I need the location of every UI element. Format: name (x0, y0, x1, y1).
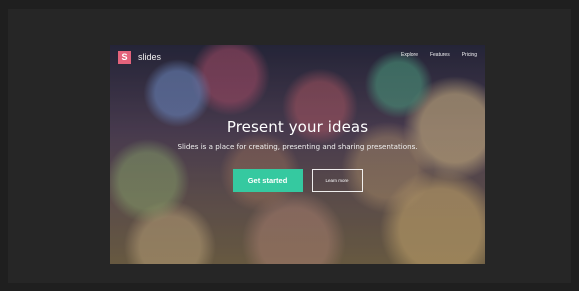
nav-explore-link[interactable]: Explore (401, 52, 418, 58)
hero-section: S slides Explore Features Pricing Presen… (110, 45, 485, 264)
learn-more-button[interactable]: Learn more (311, 169, 363, 192)
nav-features-link[interactable]: Features (430, 52, 450, 58)
primary-nav: Explore Features Pricing (401, 52, 477, 58)
top-navigation-bar: S slides Explore Features Pricing (110, 45, 485, 69)
slides-logo-icon[interactable]: S (118, 51, 131, 64)
nav-pricing-link[interactable]: Pricing (462, 52, 477, 58)
hero-subhead: Slides is a place for creating, presenti… (177, 142, 418, 151)
hero-content: Present your ideas Slides is a place for… (110, 118, 485, 192)
hero-headline: Present your ideas (226, 118, 369, 136)
brand-name[interactable]: slides (138, 51, 161, 64)
get-started-button[interactable]: Get started (232, 169, 303, 192)
hero-cta-row: Get started Learn more (110, 169, 485, 192)
